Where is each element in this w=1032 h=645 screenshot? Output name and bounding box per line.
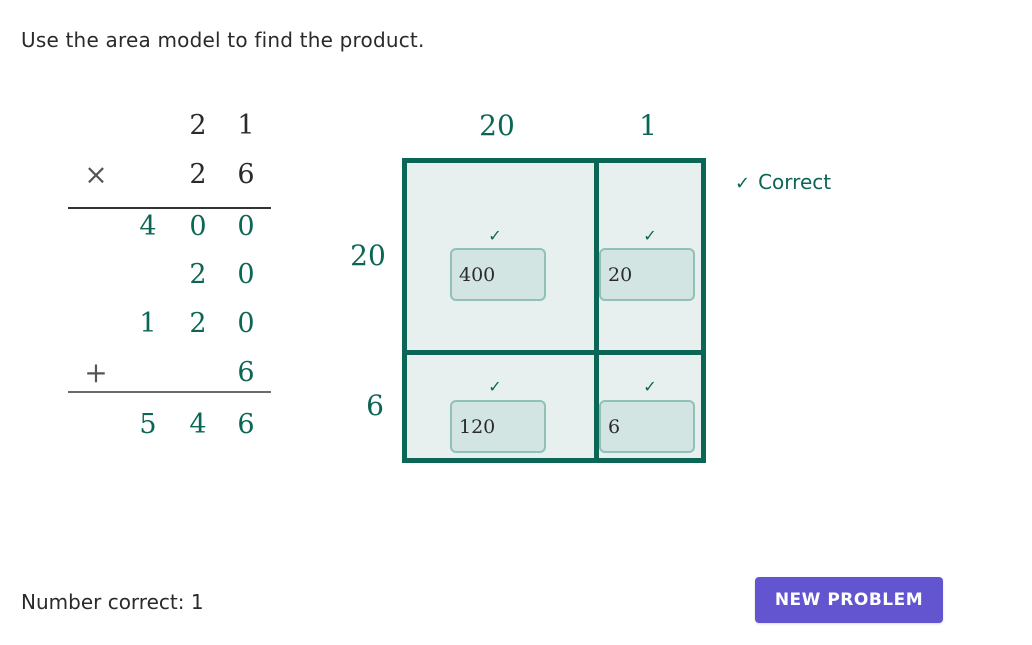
partial-product-digit: 0 [237, 308, 255, 339]
answer-input-top-left[interactable] [450, 248, 546, 301]
feedback-status: ✓ Correct [735, 170, 831, 194]
check-icon: ✓ [643, 377, 657, 396]
result-digit: 5 [139, 409, 157, 440]
sum-rule [68, 391, 271, 393]
result-digit: 6 [237, 409, 255, 440]
column-label-ones: 1 [639, 109, 657, 142]
partial-product-digit: 2 [189, 259, 207, 290]
check-icon: ✓ [735, 173, 751, 194]
partial-product-digit: 1 [139, 308, 157, 339]
vertical-multiplication: 2 1 × 2 6 4 0 0 2 0 1 2 0 + 6 5 4 6 [68, 100, 272, 450]
score-counter: Number correct: 1 [21, 590, 204, 614]
multiplicand-digit: 2 [189, 110, 207, 141]
multiplicand-digit: 1 [237, 110, 255, 141]
product-rule [68, 207, 271, 209]
multiplier-digit: 2 [189, 159, 207, 190]
answer-input-bottom-right[interactable] [599, 400, 695, 453]
new-problem-button[interactable]: NEW PROBLEM [755, 577, 943, 623]
multiplier-digit: 6 [237, 159, 255, 190]
answer-input-bottom-left[interactable] [450, 400, 546, 453]
partial-product-digit: 0 [237, 259, 255, 290]
answer-input-top-right[interactable] [599, 248, 695, 301]
partial-product-digit: 4 [139, 211, 157, 242]
problem-prompt: Use the area model to find the product. [21, 28, 425, 52]
row-label-tens: 20 [350, 239, 386, 272]
row-label-ones: 6 [366, 389, 384, 422]
plus-symbol: + [84, 356, 108, 389]
check-icon: ✓ [643, 226, 657, 245]
check-icon: ✓ [488, 226, 502, 245]
feedback-text: Correct [758, 170, 832, 194]
times-symbol: × [84, 158, 108, 191]
partial-product-digit: 0 [189, 211, 207, 242]
partial-product-digit: 0 [237, 211, 255, 242]
column-label-tens: 20 [479, 109, 515, 142]
check-icon: ✓ [488, 377, 502, 396]
partial-product-digit: 6 [237, 357, 255, 388]
partial-product-digit: 2 [189, 308, 207, 339]
grid-horizontal-divider [407, 350, 701, 355]
area-model-grid: ✓ ✓ ✓ ✓ [402, 158, 706, 463]
result-digit: 4 [189, 409, 207, 440]
